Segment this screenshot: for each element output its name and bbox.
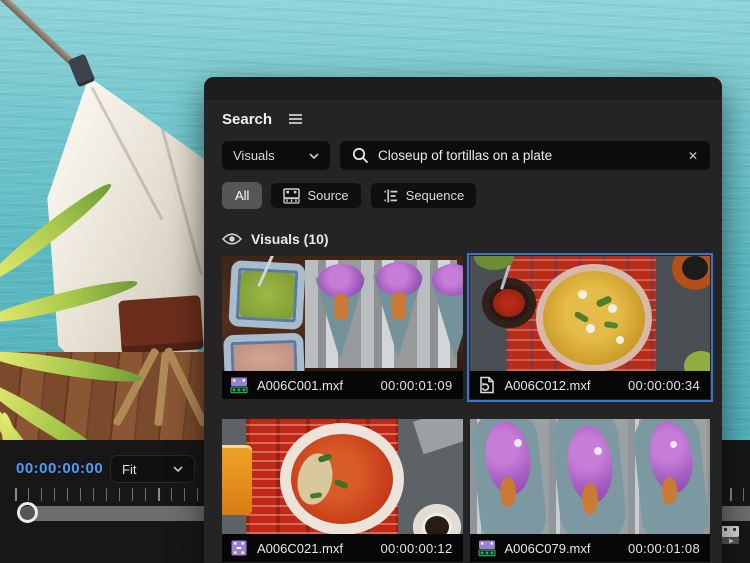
decor-shape xyxy=(608,304,617,313)
decor-shape xyxy=(662,477,677,505)
decor-shape xyxy=(222,445,252,515)
chip-label: All xyxy=(235,188,249,203)
palm-leaf xyxy=(0,346,143,387)
decor-shape xyxy=(482,278,536,328)
panel-title: Search xyxy=(222,111,272,128)
decor-shape xyxy=(684,351,710,371)
chevron-down-icon xyxy=(173,466,183,472)
timeline-clip-icon xyxy=(719,524,741,546)
palm-fronds xyxy=(0,228,176,440)
search-input[interactable] xyxy=(378,148,679,163)
palm-leaf xyxy=(0,375,119,440)
clip-filename: A006C001.mxf xyxy=(257,378,343,393)
decor-shape xyxy=(582,483,598,515)
decor-shape xyxy=(318,264,364,298)
playhead-timecode: 00:00:00:00 xyxy=(16,460,103,477)
clip-filename: A006C012.mxf xyxy=(505,378,591,393)
clip-duration: 00:00:00:34 xyxy=(628,378,700,393)
results-grid: A006C001.mxf 00:00:01:09 xyxy=(222,256,710,562)
decor-shape xyxy=(586,324,595,333)
result-item[interactable]: A006C001.mxf 00:00:01:09 xyxy=(222,256,463,399)
palm-leaf xyxy=(0,275,139,329)
decor-shape xyxy=(233,343,294,371)
chip-label: Source xyxy=(307,188,348,203)
decor-shape xyxy=(493,289,525,317)
clip-duration: 00:00:01:08 xyxy=(628,541,700,556)
decor-shape xyxy=(334,294,348,320)
decor-shape xyxy=(594,447,602,455)
thumbnail-image xyxy=(470,419,711,534)
result-item[interactable]: A006C021.mxf 00:00:00:12 xyxy=(222,419,463,562)
decor-shape xyxy=(413,504,461,534)
thumbnail-image xyxy=(470,256,711,371)
eye-icon xyxy=(222,232,242,246)
video-clip-icon xyxy=(230,539,248,557)
chip-label: Sequence xyxy=(406,188,465,203)
decor-shape xyxy=(616,336,624,344)
decor-shape xyxy=(392,292,406,320)
decor-shape xyxy=(500,477,516,507)
filter-chip-all[interactable]: All xyxy=(222,182,262,209)
clip-filename: A006C021.mxf xyxy=(257,541,343,556)
result-item[interactable]: A006C079.mxf 00:00:01:08 xyxy=(470,419,711,562)
av-clip-icon xyxy=(230,376,248,394)
clip-duration: 00:00:00:12 xyxy=(381,541,453,556)
decor-shape xyxy=(672,256,710,290)
clip-info-bar: A006C012.mxf 00:00:00:34 xyxy=(470,371,711,399)
used-clip-icon xyxy=(478,376,496,394)
search-scope-dropdown[interactable]: Visuals xyxy=(222,141,330,170)
decor-shape xyxy=(413,419,463,454)
thumbnail-image xyxy=(222,256,463,371)
sequence-icon xyxy=(383,188,399,204)
decor-shape xyxy=(223,333,305,371)
zoom-level-value: Fit xyxy=(122,462,165,477)
panel-drag-strip[interactable] xyxy=(204,77,722,99)
close-icon[interactable]: ✕ xyxy=(688,149,698,163)
decor-shape xyxy=(514,439,522,447)
clip-filename: A006C079.mxf xyxy=(505,541,591,556)
clip-info-bar: A006C021.mxf 00:00:00:12 xyxy=(222,534,463,562)
hamburger-icon xyxy=(288,113,303,125)
scope-value: Visuals xyxy=(233,148,309,163)
decor-shape xyxy=(578,290,587,299)
decor-shape xyxy=(670,441,677,448)
results-section-label: Visuals (10) xyxy=(251,231,329,247)
panel-menu-button[interactable] xyxy=(288,113,303,125)
result-item[interactable]: A006C012.mxf 00:00:00:34 xyxy=(470,256,711,399)
search-icon xyxy=(352,147,369,164)
thumbnail-image xyxy=(222,419,463,534)
clip-info-bar: A006C001.mxf 00:00:01:09 xyxy=(222,371,463,399)
decor-shape xyxy=(425,516,449,534)
clip-info-bar: A006C079.mxf 00:00:01:08 xyxy=(470,534,711,562)
decor-shape xyxy=(376,262,422,296)
decor-shape xyxy=(536,264,652,371)
film-clip-icon xyxy=(283,188,300,204)
zoom-level-dropdown[interactable]: Fit xyxy=(110,455,195,483)
chevron-down-icon xyxy=(309,153,319,159)
playhead-handle[interactable] xyxy=(17,502,38,523)
decor-shape xyxy=(239,271,295,320)
filter-chip-source[interactable]: Source xyxy=(270,182,361,209)
app-window: 00:00:00:00 Fit Search xyxy=(0,0,750,563)
search-panel: Search Visuals xyxy=(204,77,722,563)
clip-duration: 00:00:01:09 xyxy=(381,378,453,393)
filter-chip-sequence[interactable]: Sequence xyxy=(370,182,478,209)
av-clip-icon xyxy=(478,539,496,557)
search-box: ✕ xyxy=(340,141,710,170)
